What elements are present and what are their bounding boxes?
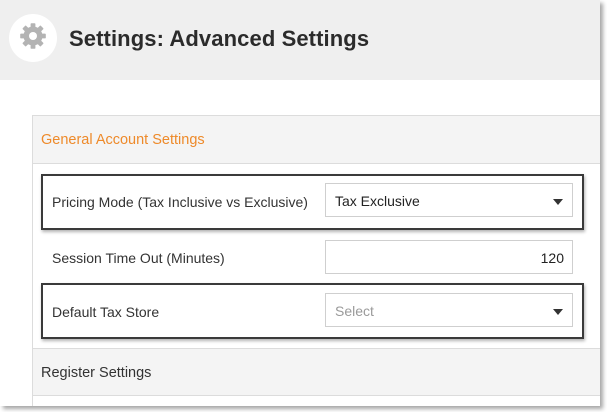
gear-icon [18, 21, 48, 56]
settings-badge [9, 14, 57, 62]
session-timeout-value: 120 [540, 250, 564, 266]
session-timeout-input[interactable]: 120 [325, 240, 573, 274]
chevron-down-icon [553, 199, 563, 205]
default-tax-store-select[interactable]: Select [325, 293, 573, 327]
pricing-mode-select[interactable]: Tax Exclusive [325, 183, 573, 217]
chevron-down-icon [553, 309, 563, 315]
session-timeout-label: Session Time Out (Minutes) [52, 250, 225, 266]
section-general-account-label: General Account Settings [41, 132, 205, 148]
section-register[interactable]: Register Settings [33, 348, 600, 396]
page-title: Settings: Advanced Settings [69, 26, 370, 51]
section-register-label: Register Settings [41, 365, 152, 381]
pricing-mode-value: Tax Exclusive [335, 193, 420, 209]
section-general-account[interactable]: General Account Settings [33, 116, 600, 164]
pricing-mode-label: Pricing Mode (Tax Inclusive vs Exclusive… [52, 194, 308, 210]
settings-window: Settings: Advanced Settings General Acco… [0, 0, 600, 406]
page-header: Settings: Advanced Settings [0, 0, 600, 80]
default-tax-store-placeholder: Select [335, 303, 374, 319]
default-tax-store-label: Default Tax Store [52, 304, 160, 320]
